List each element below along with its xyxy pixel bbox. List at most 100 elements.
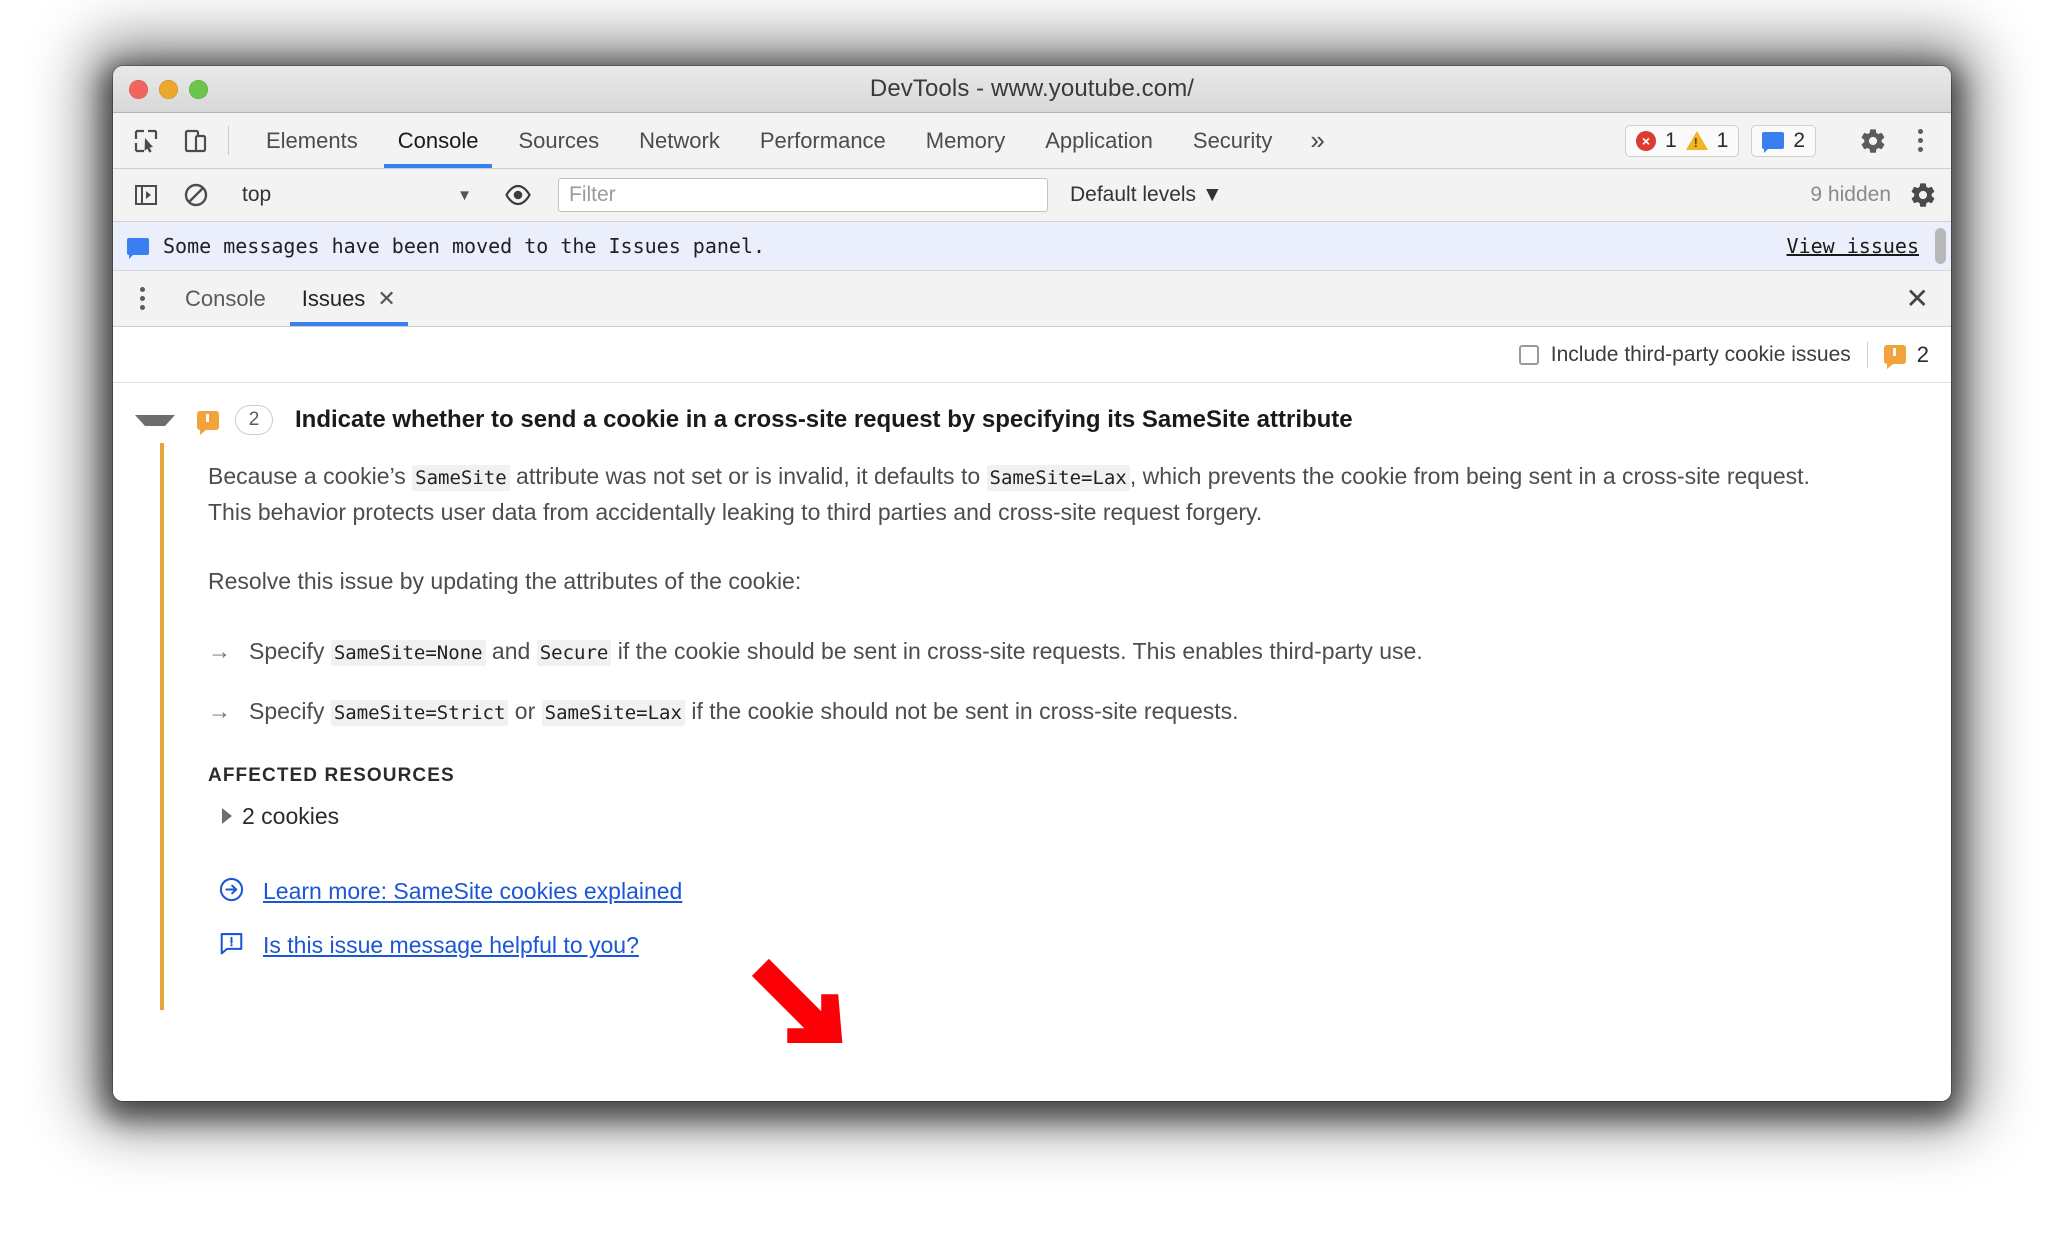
learn-more-link[interactable]: Learn more: SameSite cookies explained bbox=[263, 878, 682, 905]
affected-resource-row[interactable]: 2 cookies bbox=[222, 803, 1951, 830]
inline-code: SameSite=Strict bbox=[330, 700, 509, 727]
message-badge[interactable]: 2 bbox=[1751, 124, 1816, 157]
bullet-text: Specify SameSite=None and Secure if the … bbox=[249, 634, 1423, 669]
chevron-right-icon[interactable] bbox=[222, 808, 232, 825]
live-expression-icon[interactable] bbox=[493, 184, 543, 206]
execution-context-dropdown[interactable]: top ▼ bbox=[236, 183, 478, 207]
external-link-arrow-icon bbox=[218, 876, 245, 908]
gear-icon[interactable] bbox=[1905, 181, 1941, 209]
screenshot-root: DevTools - www.youtube.com/ Elements Con… bbox=[0, 0, 2062, 1248]
bullet-text: Specify SameSite=Strict or SameSite=Lax … bbox=[249, 694, 1239, 729]
drawer-tabbar: Console Issues ✕ ✕ bbox=[113, 271, 1951, 327]
bullet-part: Specify bbox=[249, 698, 331, 725]
tab-performance[interactable]: Performance bbox=[740, 113, 906, 168]
inline-code: Secure bbox=[536, 639, 612, 666]
inline-code: SameSite=None bbox=[330, 639, 486, 666]
checkbox-label: Include third-party cookie issues bbox=[1550, 342, 1851, 366]
issues-count: 2 bbox=[1916, 341, 1929, 367]
tab-label: Security bbox=[1192, 127, 1273, 153]
close-drawer-icon[interactable]: ✕ bbox=[1884, 271, 1951, 326]
maximize-window-button[interactable] bbox=[189, 79, 208, 99]
panel-tabbar: Elements Console Sources Network Perform… bbox=[113, 113, 1951, 169]
bullet-part: if the cookie should not be sent in cros… bbox=[684, 698, 1239, 725]
warning-count: 1 bbox=[1716, 128, 1729, 152]
arrow-right-icon: → bbox=[208, 698, 231, 725]
clear-console-icon[interactable] bbox=[171, 182, 221, 208]
view-issues-link[interactable]: View issues bbox=[1787, 234, 1919, 258]
tab-label: Elements bbox=[266, 127, 358, 153]
drawer-tab-issues[interactable]: Issues ✕ bbox=[284, 271, 414, 326]
tab-label: Network bbox=[639, 127, 720, 153]
tab-label: Sources bbox=[518, 127, 600, 153]
error-warning-badge[interactable]: × 1 1 bbox=[1624, 124, 1740, 157]
execution-context-value: top bbox=[242, 183, 272, 206]
learn-more-link-row[interactable]: Learn more: SameSite cookies explained bbox=[218, 876, 1951, 908]
drawer-tab-console[interactable]: Console bbox=[167, 271, 284, 326]
console-sidebar-icon[interactable] bbox=[121, 182, 171, 208]
feedback-link-row[interactable]: Is this issue message helpful to you? bbox=[218, 930, 1951, 962]
tab-memory[interactable]: Memory bbox=[906, 113, 1025, 168]
divider bbox=[1866, 341, 1868, 368]
more-tabs-icon[interactable]: » bbox=[1292, 113, 1342, 168]
tab-console[interactable]: Console bbox=[378, 113, 499, 168]
kebab-menu-icon[interactable] bbox=[125, 271, 159, 326]
issue-header-row[interactable]: 2 Indicate whether to send a cookie in a… bbox=[113, 397, 1951, 443]
tab-network[interactable]: Network bbox=[619, 113, 740, 168]
gear-icon[interactable] bbox=[1855, 127, 1891, 155]
inspect-element-icon[interactable] bbox=[121, 113, 171, 168]
checkbox-box[interactable] bbox=[1518, 344, 1539, 365]
drawer-tab-label: Console bbox=[185, 285, 266, 311]
issue-detail: Because a cookie’s SameSite attribute wa… bbox=[160, 443, 1951, 1010]
tab-security[interactable]: Security bbox=[1173, 113, 1292, 168]
bullet-part: Specify bbox=[249, 637, 331, 664]
affected-resources-title: AFFECTED RESOURCES bbox=[208, 764, 455, 786]
tab-label: Console bbox=[397, 127, 479, 153]
inline-code: SameSite bbox=[412, 465, 510, 491]
issue-links: Learn more: SameSite cookies explained I… bbox=[208, 876, 1951, 962]
close-window-button[interactable] bbox=[129, 79, 148, 99]
chevron-down-icon: ▼ bbox=[1201, 183, 1223, 206]
feedback-link[interactable]: Is this issue message helpful to you? bbox=[263, 932, 639, 959]
log-levels-dropdown[interactable]: Default levels ▼ bbox=[1070, 183, 1223, 207]
hidden-messages-count[interactable]: 9 hidden bbox=[1810, 183, 1891, 207]
tab-application[interactable]: Application bbox=[1025, 113, 1173, 168]
affected-resource-label: 2 cookies bbox=[242, 802, 340, 829]
message-count: 2 bbox=[1793, 128, 1805, 152]
drawer-tabs: Console Issues ✕ bbox=[167, 271, 414, 326]
chevron-down-icon[interactable] bbox=[135, 414, 175, 426]
toolbar-divider bbox=[228, 126, 229, 155]
window-titlebar: DevTools - www.youtube.com/ bbox=[113, 66, 1951, 113]
panel-tabs: Elements Console Sources Network Perform… bbox=[246, 113, 1343, 168]
bullet-part: if the cookie should be sent in cross-si… bbox=[611, 637, 1423, 664]
chevron-down-icon: ▼ bbox=[457, 186, 472, 204]
bullet-part: and bbox=[485, 637, 537, 664]
tab-sources[interactable]: Sources bbox=[498, 113, 619, 168]
issue-count-badge: 2 bbox=[235, 405, 273, 435]
paragraph-text: Because a cookie’s bbox=[208, 463, 413, 489]
console-info-banner: Some messages have been moved to the Iss… bbox=[113, 222, 1951, 271]
device-toolbar-icon[interactable] bbox=[171, 113, 221, 168]
console-toolbar: top ▼ Default levels ▼ 9 hidden bbox=[113, 169, 1951, 222]
tab-label: Memory bbox=[925, 127, 1006, 153]
warning-icon bbox=[1685, 131, 1708, 150]
scrollbar-thumb[interactable] bbox=[1935, 228, 1946, 264]
tab-elements[interactable]: Elements bbox=[246, 113, 378, 168]
window-title: DevTools - www.youtube.com/ bbox=[869, 75, 1195, 102]
kebab-menu-icon[interactable] bbox=[1903, 129, 1937, 152]
issues-count-group: 2 bbox=[1883, 341, 1929, 369]
issue-warning-icon bbox=[197, 410, 219, 435]
include-third-party-checkbox[interactable]: Include third-party cookie issues bbox=[1518, 342, 1851, 367]
console-toolbar-right: 9 hidden bbox=[1781, 181, 1941, 209]
issue-paragraph-2: Resolve this issue by updating the attri… bbox=[208, 568, 802, 595]
issue-bullet: → Specify SameSite=None and Secure if th… bbox=[208, 634, 1951, 669]
devtools-window: DevTools - www.youtube.com/ Elements Con… bbox=[113, 66, 1951, 1101]
tab-label: Application bbox=[1045, 127, 1153, 153]
close-icon[interactable]: ✕ bbox=[377, 287, 395, 310]
minimize-window-button[interactable] bbox=[159, 79, 178, 99]
issue-warning-icon bbox=[1883, 345, 1906, 369]
filter-input[interactable] bbox=[558, 178, 1048, 212]
tab-label: Performance bbox=[759, 127, 886, 153]
issues-list: 2 Indicate whether to send a cookie in a… bbox=[113, 383, 1951, 1101]
issue-bullet: → Specify SameSite=Strict or SameSite=La… bbox=[208, 694, 1951, 729]
panel-tabbar-right: × 1 1 2 bbox=[1624, 113, 1951, 168]
